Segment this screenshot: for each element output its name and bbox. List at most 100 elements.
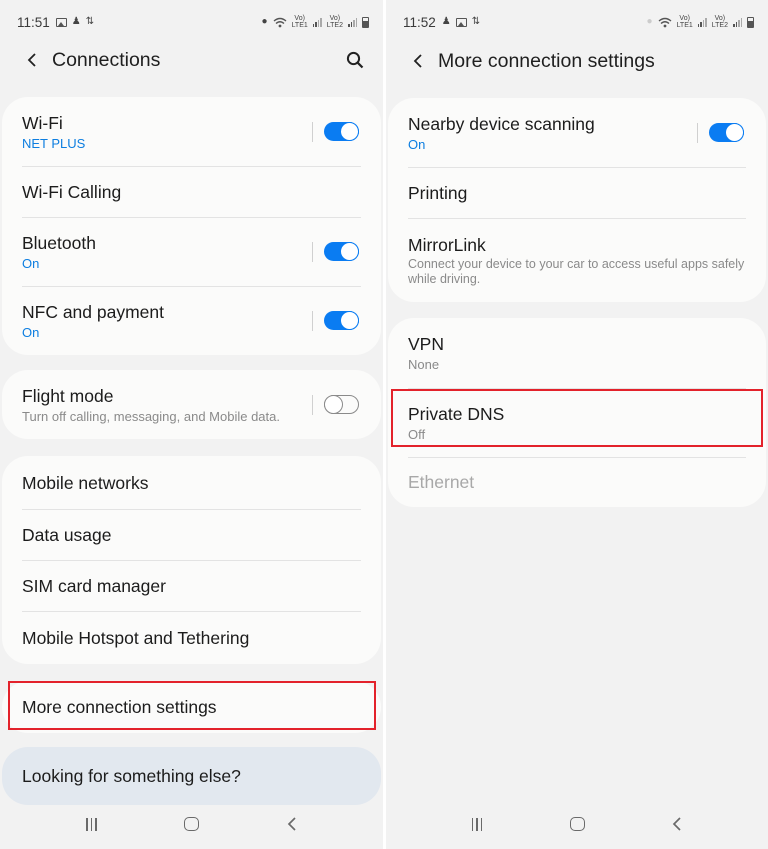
notification-icon: ♟: [441, 16, 451, 27]
suggestion-row[interactable]: Looking for something else?: [2, 747, 381, 805]
mirrorlink-title: MirrorLink: [408, 234, 486, 255]
chevron-left-icon: [27, 53, 36, 67]
navigation-bar: [0, 799, 383, 849]
wifi-toggle[interactable]: [324, 122, 359, 141]
battery-icon: [747, 16, 754, 28]
app-bar: Connections: [0, 44, 383, 76]
wifi-icon: [658, 17, 672, 27]
more-settings-group-2: VPN None Private DNS Off Ethernet: [388, 318, 766, 507]
home-icon: [184, 817, 199, 831]
status-time: 11:51: [17, 14, 50, 30]
mobile-hotspot-item[interactable]: Mobile Hotspot and Tethering: [2, 611, 381, 664]
divider: [312, 310, 313, 331]
private-dns-title: Private DNS: [408, 403, 505, 424]
divider: [697, 122, 698, 143]
notification-icon: ♟: [71, 16, 81, 27]
recent-apps-button[interactable]: [42, 804, 142, 844]
nfc-payment-item[interactable]: NFC and payment On: [2, 286, 381, 355]
private-dns-item[interactable]: Private DNS Off: [388, 388, 766, 457]
vpn-item[interactable]: VPN None: [388, 318, 766, 388]
wifi-item[interactable]: Wi-Fi NET PLUS: [2, 97, 381, 166]
back-nav-button[interactable]: [627, 804, 727, 844]
home-icon: [569, 817, 585, 831]
location-icon: ●: [646, 16, 653, 27]
mobile-hotspot-title: Mobile Hotspot and Tethering: [22, 627, 250, 648]
bluetooth-item[interactable]: Bluetooth On: [2, 217, 381, 286]
nfc-payment-status: On: [22, 324, 40, 340]
printing-item[interactable]: Printing: [388, 167, 766, 218]
private-dns-status: Off: [408, 426, 426, 442]
signal-bars-sim2-icon: [733, 17, 742, 27]
nfc-payment-title: NFC and payment: [22, 301, 165, 322]
wifi-calling-item[interactable]: Wi-Fi Calling: [2, 166, 381, 217]
vpn-title: VPN: [408, 334, 444, 354]
mobile-networks-title: Mobile networks: [22, 472, 149, 493]
home-button[interactable]: [142, 804, 242, 844]
signal-bars-sim2-icon: [348, 17, 357, 27]
battery-icon: [362, 16, 369, 28]
data-transfer-icon: ⇅: [85, 16, 95, 27]
more-connection-settings-item[interactable]: More connection settings: [2, 681, 381, 733]
connections-group-3: Mobile networks Data usage SIM card mana…: [2, 456, 381, 664]
bluetooth-title: Bluetooth: [22, 232, 96, 253]
suggestion-card[interactable]: Looking for something else?: [2, 747, 381, 805]
vpn-status: None: [408, 357, 440, 372]
data-usage-title: Data usage: [22, 524, 112, 545]
volte-lte1-signal-icon: Vo) LTE1: [676, 15, 693, 29]
nearby-device-scanning-toggle[interactable]: [709, 123, 744, 142]
recent-apps-button[interactable]: [427, 804, 527, 844]
connections-group-1: Wi-Fi NET PLUS Wi-Fi Calling Bluetooth O…: [2, 97, 381, 355]
location-icon: ●: [261, 16, 268, 27]
wifi-icon: [273, 17, 287, 27]
mobile-networks-item[interactable]: Mobile networks: [2, 456, 381, 509]
nearby-device-scanning-title: Nearby device scanning: [408, 113, 595, 134]
status-bar: 11:52 ♟ ⇅ ● Vo) LTE1 Vo) LTE2: [386, 0, 768, 44]
gallery-icon: [455, 17, 467, 27]
divider: [312, 394, 313, 415]
flight-mode-toggle[interactable]: [323, 394, 359, 414]
connections-screen: 11:51 ♟ ⇅ ● Vo) LTE1 Vo) LTE2 Connections …: [0, 0, 383, 849]
suggestion-title: Looking for something else?: [22, 766, 241, 786]
page-title: More connection settings: [438, 49, 655, 72]
bluetooth-toggle[interactable]: [324, 242, 359, 261]
recent-apps-icon: [86, 817, 97, 831]
app-bar: More connection settings: [386, 45, 768, 77]
ethernet-title: Ethernet: [408, 472, 475, 492]
bluetooth-status: On: [22, 255, 40, 271]
recent-apps-icon: [471, 817, 483, 831]
flight-mode-title: Flight mode: [22, 385, 114, 406]
sim-card-manager-item[interactable]: SIM card manager: [2, 560, 381, 611]
divider: [312, 241, 313, 262]
signal-bars-sim1-icon: [312, 17, 322, 27]
back-button[interactable]: [12, 44, 52, 76]
connections-group-2: Flight mode Turn off calling, messaging,…: [2, 370, 381, 439]
more-connection-settings-title: More connection settings: [22, 697, 217, 717]
nfc-toggle[interactable]: [324, 311, 359, 330]
back-button[interactable]: [398, 45, 438, 77]
navigation-bar: [386, 799, 768, 849]
sim-card-manager-title: SIM card manager: [22, 575, 166, 596]
printing-title: Printing: [408, 182, 468, 203]
nearby-device-scanning-item[interactable]: Nearby device scanning On: [388, 98, 766, 167]
back-icon: [672, 817, 681, 831]
connections-group-4: More connection settings: [2, 681, 381, 733]
flight-mode-item[interactable]: Flight mode Turn off calling, messaging,…: [2, 370, 381, 439]
more-settings-group-1: Nearby device scanning On Printing Mirro…: [388, 98, 766, 302]
more-connection-settings-screen: 11:52 ♟ ⇅ ● Vo) LTE1 Vo) LTE2 More connect…: [386, 0, 768, 849]
back-icon: [287, 817, 296, 831]
wifi-title: Wi-Fi: [22, 112, 63, 133]
ethernet-item: Ethernet: [388, 457, 766, 507]
mirrorlink-item[interactable]: MirrorLink Connect your device to your c…: [388, 218, 766, 302]
divider: [312, 121, 313, 142]
home-button[interactable]: [527, 804, 627, 844]
back-nav-button[interactable]: [242, 804, 342, 844]
flight-mode-description: Turn off calling, messaging, and Mobile …: [22, 408, 280, 424]
page-title: Connections: [52, 48, 161, 71]
wifi-calling-title: Wi-Fi Calling: [22, 181, 122, 202]
mirrorlink-description: Connect your device to your car to acces…: [408, 256, 745, 286]
wifi-network-name: NET PLUS: [22, 135, 86, 151]
data-usage-item[interactable]: Data usage: [2, 509, 381, 560]
signal-bars-sim1-icon: [697, 17, 707, 27]
volte-lte2-signal-icon: Vo) LTE2: [326, 15, 343, 29]
search-button[interactable]: [341, 46, 369, 74]
